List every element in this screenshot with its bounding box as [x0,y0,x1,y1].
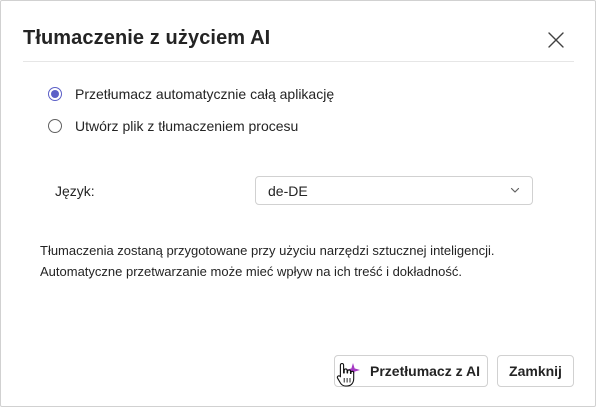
dialog-title: Tłumaczenie z użyciem AI [23,27,271,49]
sparkle-icon [342,361,362,381]
disclaimer-line-1: Tłumaczenia zostaną przygotowane przy uż… [40,243,495,258]
language-select-value: de-DE [268,182,308,199]
disclaimer-line-2: Automatyczne przetwarzanie może mieć wpł… [40,264,462,279]
chevron-down-icon [510,187,520,193]
radio-button-unchecked[interactable] [48,119,62,133]
close-button[interactable] [541,25,571,55]
header-divider [23,61,574,62]
option-label: Przetłumacz automatycznie całą aplikację [75,86,335,102]
language-select[interactable]: de-DE [255,176,533,205]
translate-with-ai-button[interactable]: Przetłumacz z AI [334,355,488,387]
option-label: Utwórz plik z tłumaczeniem procesu [75,118,299,134]
translate-button-label: Przetłumacz z AI [370,363,480,379]
option-create-translation-file[interactable]: Utwórz plik z tłumaczeniem procesu [48,118,298,134]
translation-dialog: Tłumaczenie z użyciem AI Przetłumacz aut… [0,0,596,407]
close-dialog-button[interactable]: Zamknij [497,355,574,387]
close-button-label: Zamknij [509,363,562,379]
close-icon [548,32,564,48]
ai-disclaimer: Tłumaczenia zostaną przygotowane przy uż… [40,240,570,282]
language-label: Język: [55,183,95,199]
option-translate-whole-app[interactable]: Przetłumacz automatycznie całą aplikację [48,86,334,102]
radio-button-checked[interactable] [48,87,62,101]
